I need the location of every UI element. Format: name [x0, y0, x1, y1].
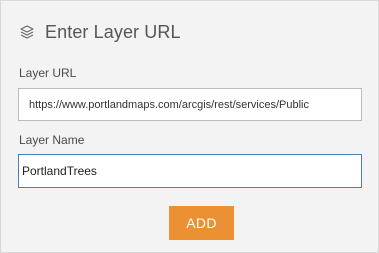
- layer-name-input[interactable]: [18, 154, 362, 188]
- layers-icon: [19, 24, 35, 40]
- layer-url-input[interactable]: [18, 88, 362, 121]
- layer-name-label: Layer Name: [19, 133, 85, 147]
- add-button[interactable]: ADD: [169, 206, 234, 240]
- enter-layer-url-panel: Enter Layer URL Layer URL Layer Name ADD: [0, 0, 379, 253]
- layer-url-label: Layer URL: [19, 66, 77, 80]
- panel-title: Enter Layer URL: [45, 21, 181, 42]
- panel-header: Enter Layer URL: [19, 21, 181, 43]
